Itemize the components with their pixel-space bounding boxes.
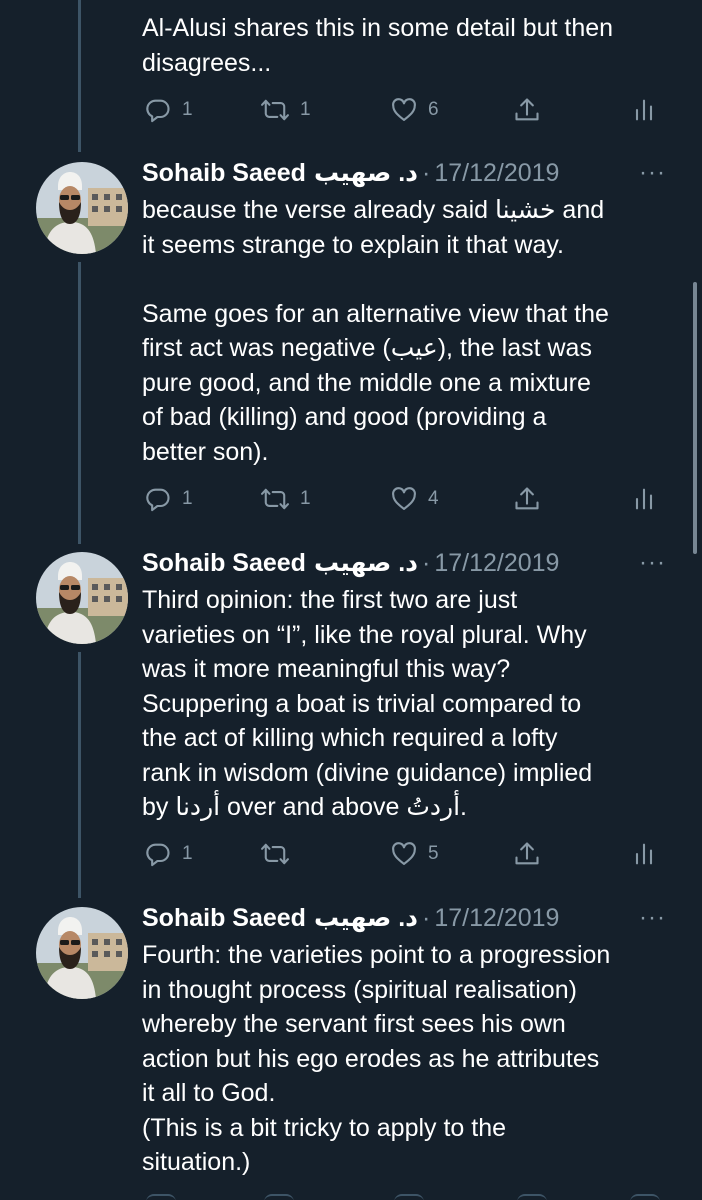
share-icon	[513, 840, 541, 868]
like-count: 6	[428, 99, 439, 120]
heart-icon	[390, 840, 418, 868]
tweet-date[interactable]: 17/12/2019	[434, 159, 559, 188]
reply-count: 1	[182, 488, 193, 509]
more-options-icon[interactable]: ···	[639, 900, 666, 936]
share-icon	[513, 485, 541, 513]
avatar[interactable]	[36, 162, 128, 254]
retweet-icon	[260, 840, 290, 868]
author-name[interactable]: Sohaib Saeed	[142, 904, 306, 933]
scrollbar[interactable]	[693, 282, 697, 554]
heart-icon	[390, 485, 418, 513]
tweet-text-paragraph: Same goes for an alternative view that t…	[142, 299, 609, 466]
analytics-icon	[632, 485, 656, 513]
tweet-header: Sohaib Saeed د. صهيب · 17/12/2019 ···	[142, 155, 666, 191]
reply-icon	[144, 840, 172, 868]
retweet-count: 1	[300, 488, 311, 509]
header-separator: ·	[422, 548, 431, 577]
like-button[interactable]: 5	[390, 834, 439, 874]
avatar-image	[36, 162, 128, 254]
tweet-text-paragraph: Fourth: the varieties point to a progres…	[142, 941, 611, 1176]
avatar-image	[36, 907, 128, 999]
author-name-arabic[interactable]: د. صهيب	[314, 903, 418, 933]
more-options-icon[interactable]: ···	[639, 155, 666, 191]
tweet-date[interactable]: 17/12/2019	[434, 904, 559, 933]
more-options-icon[interactable]: ···	[639, 545, 666, 581]
thread-view: Al-Alusi shares this in some detail but …	[0, 0, 702, 1200]
tweet-date[interactable]: 17/12/2019	[434, 549, 559, 578]
retweet-button[interactable]: 1	[260, 90, 311, 130]
tweet-text: Fourth: the varieties point to a progres…	[142, 938, 666, 1180]
analytics-icon	[632, 840, 656, 868]
author-name-arabic[interactable]: د. صهيب	[314, 158, 418, 188]
retweet-button[interactable]: 1	[260, 479, 311, 519]
tweet-actions: 1 1 6	[142, 90, 662, 130]
tweet-header: Sohaib Saeed د. صهيب · 17/12/2019 ···	[142, 900, 666, 936]
analytics-icon	[632, 96, 656, 124]
avatar-image	[36, 552, 128, 644]
thread-line	[78, 652, 81, 898]
share-button[interactable]	[513, 479, 541, 519]
author-name-arabic[interactable]: د. صهيب	[314, 548, 418, 578]
author-name[interactable]: Sohaib Saeed	[142, 159, 306, 188]
tweet-header: Sohaib Saeed د. صهيب · 17/12/2019 ···	[142, 545, 666, 581]
like-count: 4	[428, 488, 439, 509]
analytics-button[interactable]	[632, 834, 656, 874]
like-count: 5	[428, 843, 439, 864]
reply-button[interactable]: 1	[144, 834, 193, 874]
reply-button[interactable]: 1	[144, 90, 193, 130]
thread-line	[78, 262, 81, 544]
reply-button[interactable]: 1	[144, 479, 193, 519]
tweet-text: Third opinion: the first two are just va…	[142, 583, 666, 825]
retweet-count: 1	[300, 99, 311, 120]
reply-icon	[144, 485, 172, 513]
avatar[interactable]	[36, 907, 128, 999]
retweet-icon	[260, 485, 290, 513]
retweet-button[interactable]	[260, 834, 300, 874]
analytics-button[interactable]	[632, 479, 656, 519]
heart-icon	[390, 96, 418, 124]
tweet-text-paragraph: Al-Alusi shares this in some detail but …	[142, 14, 614, 77]
header-separator: ·	[422, 903, 431, 932]
like-button[interactable]: 4	[390, 479, 439, 519]
like-button[interactable]: 6	[390, 90, 439, 130]
tweet-actions: 1 5	[142, 834, 662, 874]
header-separator: ·	[422, 158, 431, 187]
reply-count: 1	[182, 99, 193, 120]
retweet-icon	[260, 96, 290, 124]
share-button[interactable]	[513, 90, 541, 130]
share-button[interactable]	[513, 834, 541, 874]
reply-count: 1	[182, 843, 193, 864]
author-name[interactable]: Sohaib Saeed	[142, 549, 306, 578]
tweet-text-paragraph: Third opinion: the first two are just va…	[142, 586, 593, 821]
tweet-actions: 1 1 4	[142, 479, 662, 519]
share-icon	[513, 96, 541, 124]
thread-line	[78, 0, 81, 152]
tweet-text-paragraph: because the verse already said خشينا and…	[142, 196, 605, 259]
action-bar-partial	[142, 1192, 662, 1200]
reply-icon	[144, 96, 172, 124]
tweet-text: because the verse already said خشينا and…	[142, 193, 666, 469]
tweet-text: Al-Alusi shares this in some detail but …	[142, 11, 666, 80]
analytics-button[interactable]	[632, 90, 656, 130]
avatar[interactable]	[36, 552, 128, 644]
